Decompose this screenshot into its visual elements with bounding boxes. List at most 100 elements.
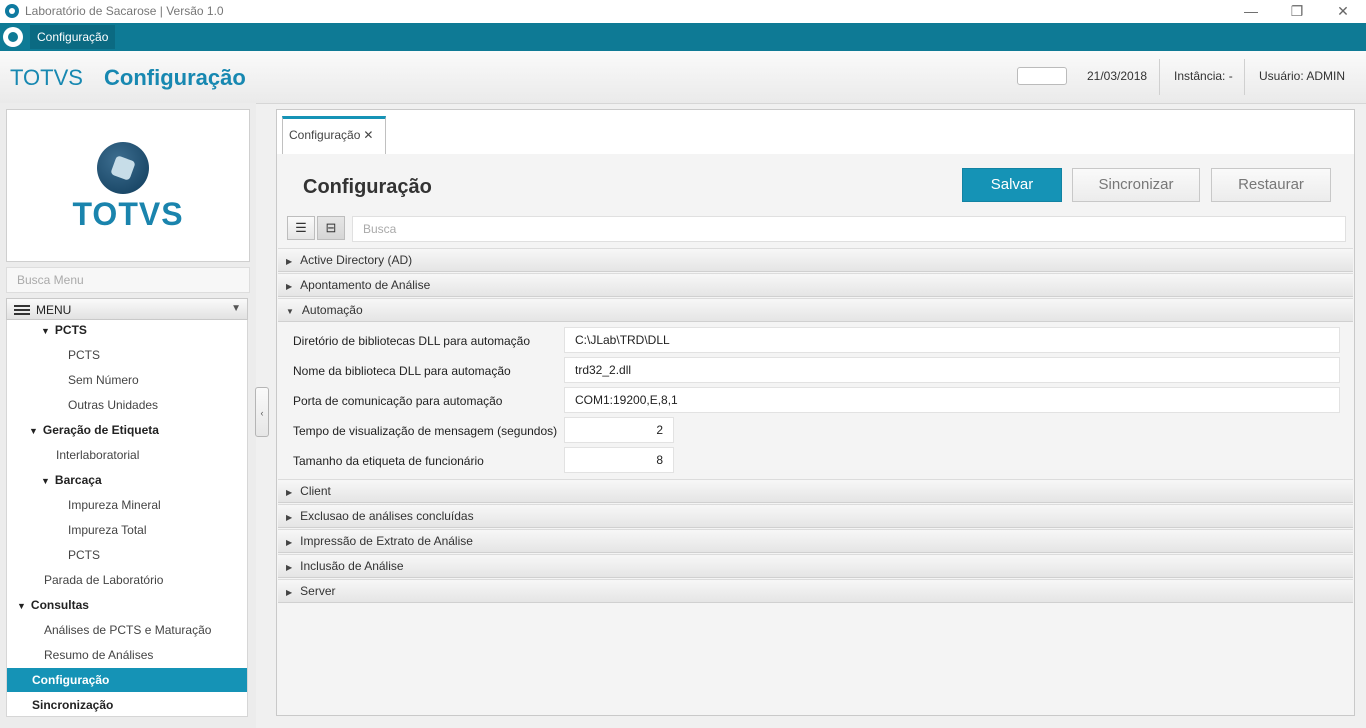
- totvs-logo-mark: [97, 142, 149, 194]
- expanded-triangle-icon: ▼: [286, 307, 294, 316]
- sidebar-menu-item[interactable]: ▼ Consultas: [7, 593, 247, 617]
- collapsed-triangle-icon: ▶: [286, 282, 293, 291]
- section-header[interactable]: ▶ Impressão de Extrato de Análise: [278, 529, 1353, 553]
- sidebar-menu-item[interactable]: Sem Número: [7, 368, 247, 392]
- field-label: Porta de comunicação para automação: [293, 394, 503, 408]
- header-divider: [1159, 59, 1160, 95]
- close-icon[interactable]: ✕: [1320, 0, 1366, 23]
- sidebar-menu-item[interactable]: Outras Unidades: [7, 393, 247, 417]
- section-header[interactable]: ▶ Client: [278, 479, 1353, 503]
- sidebar-menu-item[interactable]: Impureza Total: [7, 518, 247, 542]
- section-label: Client: [300, 484, 331, 498]
- sidebar-menu-item-label: Configuração: [32, 673, 110, 687]
- section-header[interactable]: ▶ Active Directory (AD): [278, 248, 1353, 272]
- sidebar-menu-item[interactable]: Parada de Laboratório: [7, 568, 247, 592]
- sidebar-menu-item[interactable]: ▼ Barcaça: [7, 468, 247, 492]
- expanded-triangle-icon[interactable]: ▼: [41, 476, 50, 486]
- field-label: Tamanho da etiqueta de funcionário: [293, 454, 484, 468]
- field-input[interactable]: trd32_2.dll: [564, 357, 1340, 383]
- section-header[interactable]: ▼ Automação: [278, 298, 1353, 322]
- search-input[interactable]: Busca: [352, 216, 1346, 242]
- sidebar-menu-item[interactable]: Sincronização: [7, 693, 247, 716]
- collapsed-triangle-icon: ▶: [286, 588, 293, 597]
- search-toolbar: ☰ ⊟ Busca: [282, 216, 1347, 244]
- field-label: Tempo de visualização de mensagem (segun…: [293, 424, 558, 438]
- menubar-item-configuracao[interactable]: Configuração: [30, 25, 116, 49]
- logo-text: TOTVS: [72, 196, 184, 232]
- header-user: Usuário: ADMIN: [1259, 69, 1346, 83]
- sidebar-menu-item-label: Sincronização: [32, 698, 114, 712]
- section-label: Automação: [301, 303, 363, 317]
- totvs-logo-icon[interactable]: [3, 27, 23, 47]
- automacao-fields: Diretório de bibliotecas DLL para automa…: [278, 323, 1353, 478]
- sidebar-menu-item-label: Consultas: [30, 598, 89, 612]
- list-view-icon[interactable]: ☰: [287, 216, 315, 240]
- field-input[interactable]: C:\JLab\TRD\DLL: [564, 327, 1340, 353]
- save-button[interactable]: Salvar: [962, 168, 1062, 202]
- menu-search-input[interactable]: Busca Menu: [6, 267, 250, 293]
- main-content: Configuração ✕ Configuração Salvar Sincro…: [276, 109, 1355, 716]
- sidebar-menu-item-label: PCTS: [68, 348, 101, 362]
- tab-close-icon[interactable]: ✕: [363, 128, 373, 142]
- collapsed-triangle-icon: ▶: [286, 538, 293, 547]
- field-input[interactable]: 8: [564, 447, 674, 473]
- section-label: Active Directory (AD): [300, 253, 413, 267]
- chevron-down-icon[interactable]: ▼: [231, 303, 241, 314]
- sidebar-menu-item[interactable]: Análises de PCTS e Maturação: [7, 618, 247, 642]
- expanded-triangle-icon[interactable]: ▼: [41, 326, 50, 336]
- sidebar-menu-item-label: Barcaça: [54, 473, 102, 487]
- expanded-triangle-icon[interactable]: ▼: [29, 426, 38, 436]
- menu-label: MENU: [36, 303, 72, 317]
- sidebar-menu-item[interactable]: ▼ PCTS: [7, 320, 247, 342]
- sidebar-menu-item-label: PCTS: [68, 548, 101, 562]
- menu-tree: ▼ PCTS PCTS Sem Número Outras Unidades ▼ Geraç…: [6, 320, 248, 717]
- sync-button[interactable]: Sincronizar: [1072, 168, 1200, 202]
- window-title: Laboratório de Sacarose | Versão 1.0: [25, 4, 224, 18]
- hamburger-icon: [14, 305, 30, 307]
- tab-strip: Configuração ✕: [277, 110, 1354, 155]
- sidebar-menu-item[interactable]: PCTS: [7, 343, 247, 367]
- section-header[interactable]: ▶ Server: [278, 579, 1353, 603]
- field-input[interactable]: COM1:19200,E,8,1: [564, 387, 1340, 413]
- header-date: 21/03/2018: [1087, 69, 1148, 83]
- logo-panel: TOTVS: [6, 109, 250, 262]
- field-label: Nome da biblioteca DLL para automação: [293, 364, 511, 378]
- restore-icon[interactable]: ❐: [1274, 0, 1320, 23]
- collapsed-triangle-icon: ▶: [286, 257, 293, 266]
- sidebar-menu-item-label: Parada de Laboratório: [44, 573, 164, 587]
- sidebar-menu-item[interactable]: Configuração: [7, 668, 247, 692]
- sidebar-menu-item-label: PCTS: [54, 323, 87, 337]
- sidebar-menu-item-label: Análises de PCTS e Maturação: [44, 623, 212, 637]
- section-label: Impressão de Extrato de Análise: [300, 534, 473, 548]
- collapsed-triangle-icon: ▶: [286, 513, 293, 522]
- section-header[interactable]: ▶ Apontamento de Análise: [278, 273, 1353, 297]
- expanded-triangle-icon[interactable]: ▼: [17, 601, 26, 611]
- sidebar-menu-item-label: Impureza Total: [68, 523, 147, 537]
- sidebar-menu-item[interactable]: Interlaboratorial: [7, 443, 247, 467]
- sidebar-menu-item[interactable]: ▼ Geração de Etiqueta: [7, 418, 247, 442]
- collapsed-triangle-icon: ▶: [286, 488, 293, 497]
- tree-view-icon[interactable]: ⊟: [317, 216, 345, 240]
- brand-name: TOTVS: [10, 65, 83, 90]
- minimize-icon[interactable]: —: [1228, 0, 1274, 23]
- restore-button[interactable]: Restaurar: [1211, 168, 1331, 202]
- section-label: Inclusão de Análise: [300, 559, 404, 573]
- sidebar-menu-item-label: Impureza Mineral: [68, 498, 161, 512]
- section-label: Server: [300, 584, 336, 598]
- menubar: Configuração: [0, 23, 1366, 51]
- sidebar-menu-item-label: Geração de Etiqueta: [42, 423, 159, 437]
- collapse-sidebar-button[interactable]: ‹: [255, 387, 269, 437]
- sidebar-menu-item-label: Outras Unidades: [68, 398, 159, 412]
- sidebar-menu-item-label: Interlaboratorial: [56, 448, 140, 462]
- field-input[interactable]: 2: [564, 417, 674, 443]
- app-header: TOTVS Configuração 21/03/2018 Instância:…: [0, 51, 1366, 104]
- menu-header[interactable]: MENU ▼: [6, 298, 248, 320]
- header-divider: [1244, 59, 1245, 95]
- collapsed-triangle-icon: ▶: [286, 563, 293, 572]
- sidebar-menu-item[interactable]: PCTS: [7, 543, 247, 567]
- sidebar-menu-item[interactable]: Resumo de Análises: [7, 643, 247, 667]
- section-header[interactable]: ▶ Inclusão de Análise: [278, 554, 1353, 578]
- sidebar-menu-item[interactable]: Impureza Mineral: [7, 493, 247, 517]
- tab-configuracao[interactable]: Configuração ✕: [282, 116, 386, 154]
- section-header[interactable]: ▶ Exclusao de análises concluídas: [278, 504, 1353, 528]
